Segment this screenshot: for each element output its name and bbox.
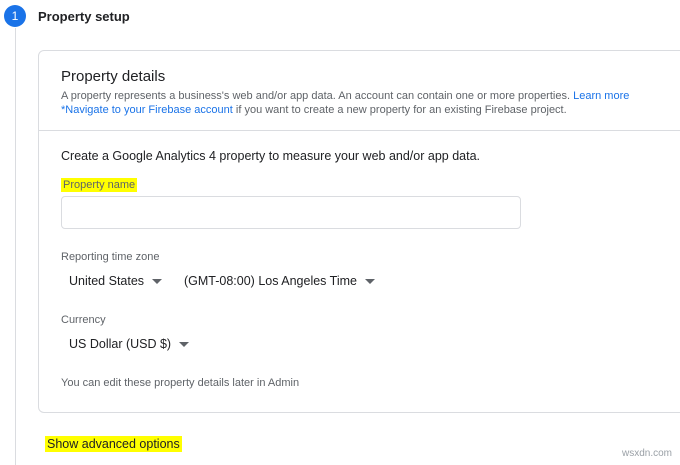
step-connector-line xyxy=(15,28,16,465)
timezone-select[interactable]: (GMT-08:00) Los Angeles Time xyxy=(184,274,375,288)
step-title: Property setup xyxy=(38,9,130,24)
form-intro-text: Create a Google Analytics 4 property to … xyxy=(61,149,480,163)
currency-value: US Dollar (USD $) xyxy=(69,337,172,351)
property-name-label: Property name xyxy=(61,178,138,192)
card-description: A property represents a business's web a… xyxy=(61,89,629,117)
card-title: Property details xyxy=(61,68,166,85)
chevron-down-icon xyxy=(365,278,375,284)
country-value: United States xyxy=(69,274,145,288)
learn-more-link[interactable]: Learn more xyxy=(573,90,629,102)
description-text: A property represents a business's web a… xyxy=(61,90,571,102)
step-number-badge: 1 xyxy=(4,5,26,27)
step-number: 1 xyxy=(11,9,19,23)
watermark: wsxdn.com xyxy=(621,448,672,459)
show-advanced-options-link[interactable]: Show advanced options xyxy=(45,436,182,452)
card-header: Property details A property represents a… xyxy=(39,51,680,131)
currency-label: Currency xyxy=(61,314,106,326)
edit-later-note: You can edit these property details late… xyxy=(61,377,300,389)
timezone-label: Reporting time zone xyxy=(61,251,160,263)
chevron-down-icon xyxy=(152,278,163,284)
description-text-rest: if you want to create a new property for… xyxy=(235,104,567,116)
property-details-card: Property details A property represents a… xyxy=(38,50,680,413)
property-name-input[interactable] xyxy=(61,196,521,229)
currency-select[interactable]: US Dollar (USD $) xyxy=(69,337,190,351)
firebase-account-link[interactable]: *Navigate to your Firebase account xyxy=(61,104,233,116)
country-select[interactable]: United States xyxy=(69,274,163,288)
timezone-value: (GMT-08:00) Los Angeles Time xyxy=(184,274,357,288)
chevron-down-icon xyxy=(179,341,190,347)
